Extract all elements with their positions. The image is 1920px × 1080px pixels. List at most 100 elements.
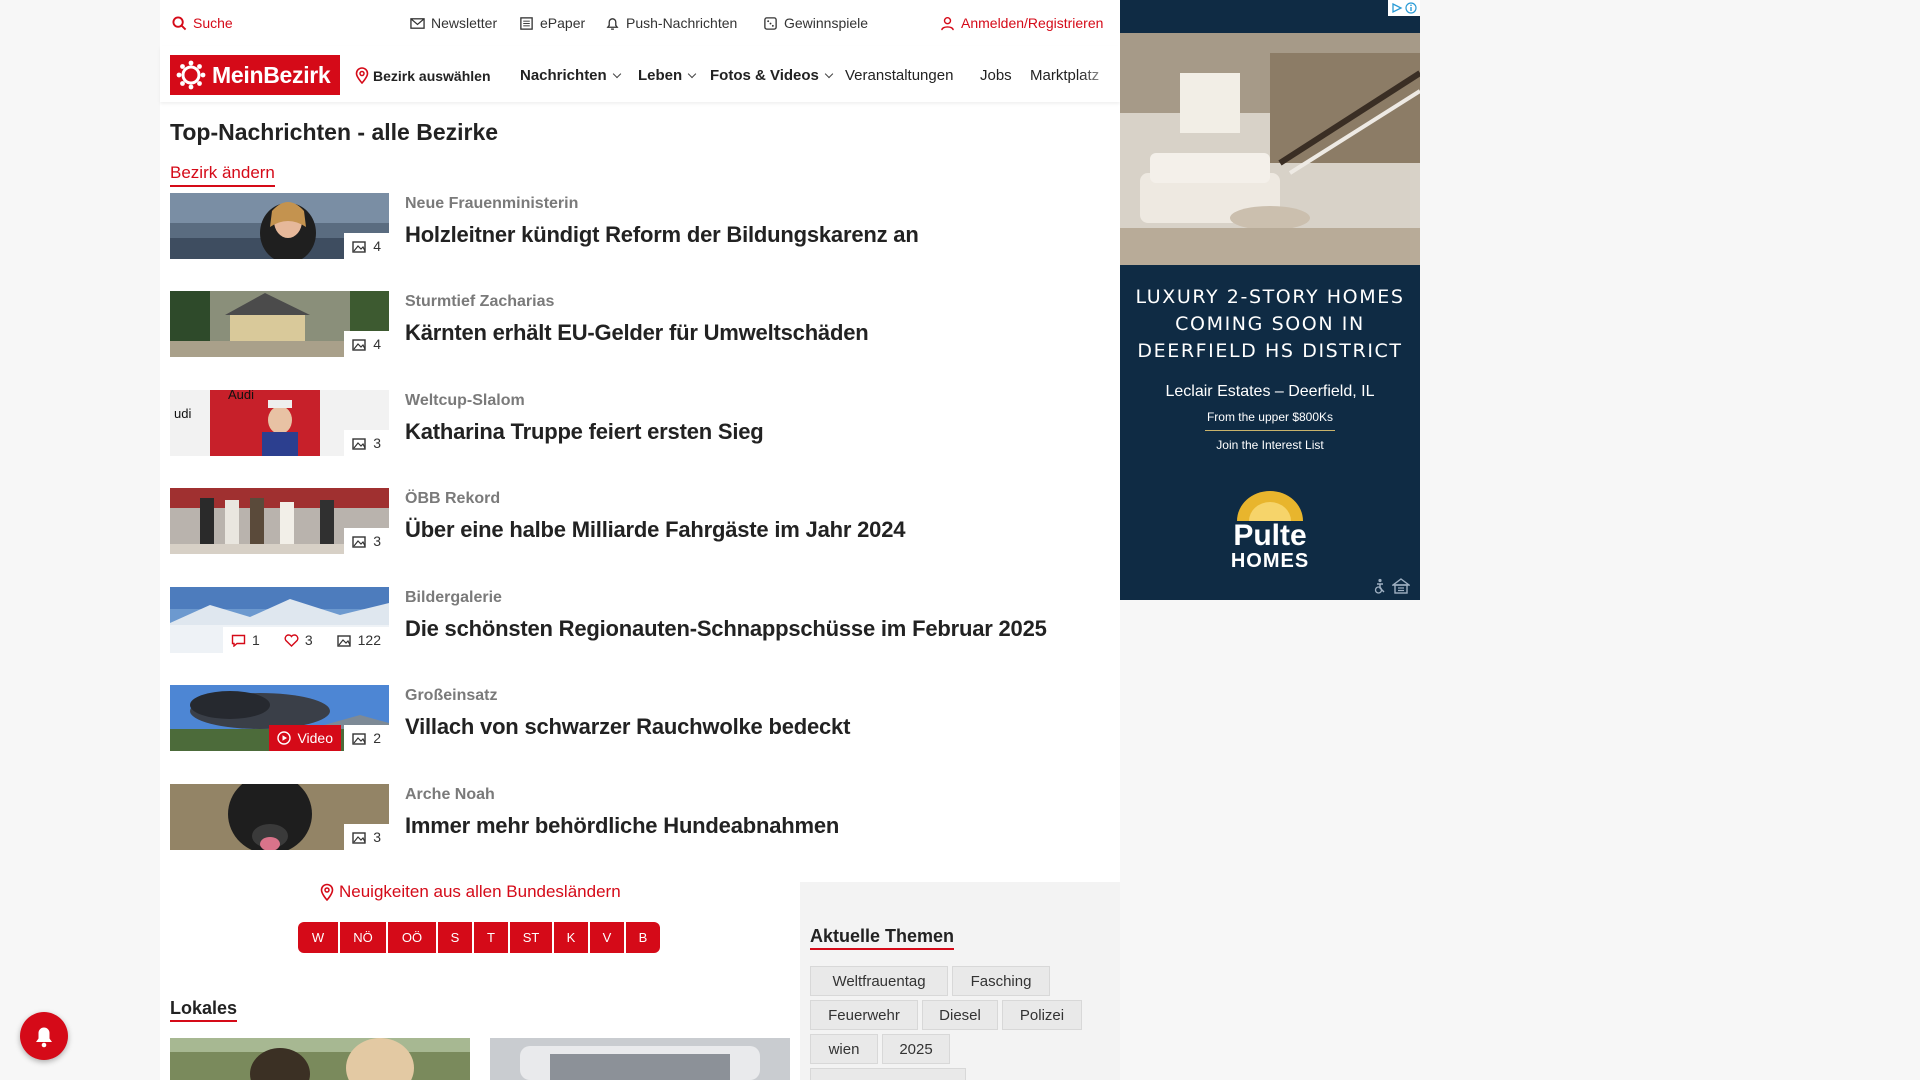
location-pin-icon (320, 883, 334, 901)
image-count: 4 (373, 238, 381, 254)
ad-cta-link[interactable]: Join the Interest List (1120, 438, 1420, 452)
ad-interior-photo (1120, 33, 1420, 265)
article-headline[interactable]: Immer mehr behördliche Hundeabnahmen (405, 813, 839, 839)
article-thumbnail[interactable]: 4 (170, 193, 389, 259)
newspaper-icon (520, 16, 533, 30)
newsletter-link[interactable]: Newsletter (410, 15, 497, 31)
article-item[interactable]: 1 3 122 Bildergalerie Die schönsten Regi… (170, 587, 1110, 653)
topic-tag[interactable]: Fasching (952, 966, 1050, 996)
thumbnail-sponsor-text: udi (174, 406, 191, 421)
article-headline[interactable]: Villach von schwarzer Rauchwolke bedeckt (405, 714, 850, 740)
ad-play-icon (1392, 2, 1403, 14)
heart-icon (284, 633, 299, 647)
article-item[interactable]: 3 ÖBB Rekord Über eine halbe Milliarde F… (170, 488, 1110, 554)
meinbezirk-logo[interactable]: MeinBezirk (170, 55, 340, 95)
state-button-k[interactable]: K (554, 922, 588, 953)
article-thumbnail[interactable]: 3 (170, 784, 389, 850)
article-kicker: ÖBB Rekord (405, 490, 501, 507)
state-button-group: W NÖ OÖ S T ST K V B (298, 922, 660, 953)
nav-nachrichten[interactable]: Nachrichten (520, 67, 621, 84)
chevron-down-icon (824, 69, 834, 78)
push-notifications-link[interactable]: Push-Nachrichten (605, 15, 737, 31)
article-item[interactable]: udi Audi 3 Weltcup-Slalom Katharina Trup… (170, 390, 1110, 456)
login-link[interactable]: Anmelden/Registrieren (940, 15, 1103, 31)
local-article-image[interactable] (170, 1038, 470, 1080)
ad-price: From the upper $800Ks (1206, 410, 1334, 424)
login-label: Anmelden/Registrieren (961, 15, 1104, 31)
advertisement-banner[interactable]: LUXURY 2-STORY HOMES COMING SOON IN DEER… (1120, 0, 1420, 600)
bell-icon (606, 17, 619, 30)
article-thumbnail[interactable]: Video 2 (170, 685, 389, 751)
local-article-image[interactable] (490, 1038, 790, 1080)
topic-tag[interactable]: wien (810, 1034, 878, 1064)
state-button-w[interactable]: W (298, 922, 338, 953)
topic-tag-partial[interactable] (810, 1068, 966, 1080)
push-label: Push-Nachrichten (626, 15, 738, 31)
image-count-badge: 3 (344, 528, 389, 554)
brand-top-text: Pulte (1233, 519, 1306, 552)
article-headline[interactable]: Holzleitner kündigt Reform der Bildungsk… (405, 222, 919, 248)
state-button-s[interactable]: S (438, 922, 472, 953)
article-headline[interactable]: Katharina Truppe feiert ersten Sieg (405, 419, 764, 445)
search-link[interactable]: Suche (172, 15, 233, 31)
gallery-icon (352, 437, 366, 450)
video-badge[interactable]: Video (269, 725, 341, 751)
article-thumbnail[interactable]: 1 3 122 (170, 587, 389, 653)
image-count-badge: 3 (344, 824, 389, 850)
all-states-news-link[interactable]: Neuigkeiten aus allen Bundesländern (320, 882, 621, 902)
gallery-icon (352, 732, 366, 745)
local-thumbnail-image (170, 1038, 470, 1080)
equal-housing-icon (1392, 578, 1410, 594)
article-thumbnail[interactable]: udi Audi 3 (170, 390, 389, 456)
search-icon (172, 15, 187, 30)
state-button-ooe[interactable]: OÖ (388, 922, 436, 953)
district-select[interactable]: Bezirk auswählen (355, 67, 491, 84)
epaper-link[interactable]: ePaper (519, 15, 585, 31)
article-item[interactable]: 4 Neue Frauenministerin Holzleitner künd… (170, 193, 1110, 259)
image-count-badge: 2 (344, 725, 389, 751)
ad-headline-line: COMING SOON IN (1175, 313, 1365, 335)
article-headline[interactable]: Über eine halbe Milliarde Fahrgäste im J… (405, 517, 905, 543)
state-button-b[interactable]: B (626, 922, 660, 953)
image-count: 2 (373, 730, 381, 746)
nav-fotos-videos[interactable]: Fotos & Videos (710, 67, 834, 84)
nav-veranstaltungen[interactable]: Veranstaltungen (845, 67, 953, 84)
games-link[interactable]: Gewinnspiele (763, 15, 868, 31)
ad-headline: LUXURY 2-STORY HOMES COMING SOON IN DEER… (1120, 284, 1420, 365)
nav-veranstaltungen-label: Veranstaltungen (845, 67, 954, 84)
article-thumbnail[interactable]: 4 (170, 291, 389, 357)
article-item[interactable]: 4 Sturmtief Zacharias Kärnten erhält EU-… (170, 291, 1110, 357)
article-kicker: Sturmtief Zacharias (405, 293, 555, 310)
article-item[interactable]: Video 2 Großeinsatz Villach von schwarze… (170, 685, 1110, 751)
article-kicker: Weltcup-Slalom (405, 392, 525, 409)
change-district-link[interactable]: Bezirk ändern (170, 163, 275, 187)
nav-leben[interactable]: Leben (638, 67, 697, 84)
topic-tag[interactable]: Feuerwehr (810, 1000, 918, 1030)
topic-tag[interactable]: Weltfrauentag (810, 966, 948, 996)
dice-icon (764, 16, 777, 30)
search-label: Suche (193, 15, 233, 31)
state-button-noe[interactable]: NÖ (340, 922, 386, 953)
newsletter-label: Newsletter (431, 15, 498, 31)
topic-tag[interactable]: 2025 (882, 1034, 950, 1064)
image-count: 3 (373, 435, 381, 451)
state-button-t[interactable]: T (474, 922, 508, 953)
state-button-v[interactable]: V (590, 922, 624, 953)
nav-leben-label: Leben (638, 67, 683, 84)
adchoices-icon[interactable] (1388, 0, 1420, 16)
article-headline[interactable]: Kärnten erhält EU-Gelder für Umweltschäd… (405, 320, 869, 346)
article-item[interactable]: 3 Arche Noah Immer mehr behördliche Hund… (170, 784, 1110, 850)
topic-tag[interactable]: Polizei (1002, 1000, 1082, 1030)
image-count: 122 (357, 632, 381, 648)
state-button-st[interactable]: ST (510, 922, 552, 953)
nav-jobs[interactable]: Jobs (980, 67, 1012, 84)
article-thumbnail[interactable]: 3 (170, 488, 389, 554)
image-count-badge: 3 (344, 430, 389, 456)
topic-tag[interactable]: Diesel (922, 1000, 998, 1030)
article-headline[interactable]: Die schönsten Regionauten-Schnappschüsse… (405, 616, 1047, 642)
ad-headline-line: DEERFIELD HS DISTRICT (1137, 340, 1403, 362)
nav-jobs-label: Jobs (980, 67, 1012, 84)
local-thumbnail-image (490, 1038, 790, 1080)
gallery-icon (336, 634, 351, 647)
push-notification-button[interactable] (20, 1012, 68, 1060)
